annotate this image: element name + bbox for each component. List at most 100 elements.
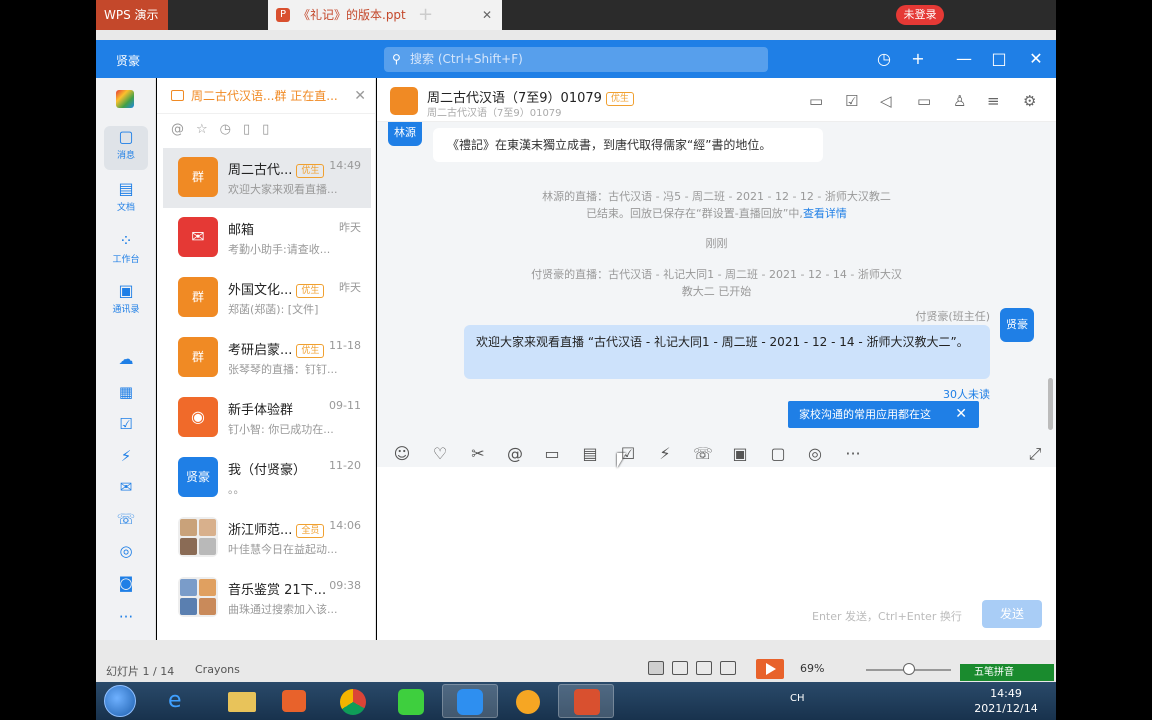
- mail-icon[interactable]: ✉: [96, 478, 156, 496]
- chrome-icon[interactable]: [326, 684, 382, 718]
- list-item[interactable]: ✉ 邮箱 昨天 考勤小助手:请查收...: [163, 208, 371, 268]
- conversation-name: 考研启蒙...: [228, 343, 293, 358]
- user-avatar[interactable]: [116, 90, 134, 108]
- timestamp: 刚刚: [705, 237, 728, 250]
- like-icon[interactable]: ♡: [429, 444, 451, 463]
- close-tab-icon[interactable]: ✕: [482, 0, 492, 30]
- rail-item-messages[interactable]: ▢ 消息: [104, 126, 148, 170]
- group-avatar: [178, 577, 218, 617]
- phone-icon[interactable]: ☏: [96, 510, 156, 528]
- wechat-icon[interactable]: [384, 684, 440, 718]
- conversation-time: 11-20: [329, 459, 361, 472]
- screenshot-icon[interactable]: ✂: [467, 444, 489, 463]
- minimize-icon[interactable]: —: [954, 49, 974, 68]
- rail-label: 文档: [116, 203, 135, 213]
- zoom-slider-knob[interactable]: [903, 663, 915, 675]
- checklist-icon[interactable]: ☑: [845, 92, 858, 110]
- list-item[interactable]: 贤豪 我（付贤豪） 11-20 。。: [163, 448, 371, 508]
- live-banner[interactable]: 周二古代汉语...群 正在直... ✕: [157, 78, 375, 114]
- clock[interactable]: 14:49 2021/12/14: [966, 686, 1046, 716]
- ding-icon[interactable]: ⚡: [654, 444, 676, 463]
- close-tooltip-icon[interactable]: ✕: [955, 401, 967, 428]
- play-slideshow-button[interactable]: [756, 659, 784, 679]
- clock-date: 2021/12/14: [974, 702, 1038, 715]
- wps-presentation-icon[interactable]: [558, 684, 614, 718]
- live-icon[interactable]: ▣: [729, 444, 751, 463]
- emoji-icon[interactable]: ☺: [391, 444, 413, 463]
- normal-view-icon[interactable]: [648, 661, 664, 675]
- expand-icon[interactable]: ⤢: [1024, 444, 1046, 464]
- search-input[interactable]: ⚲ 搜索 (Ctrl+Shift+F): [384, 47, 768, 72]
- media-icon[interactable]: [266, 684, 322, 718]
- schedule-icon[interactable]: ▤: [579, 444, 601, 463]
- language-indicator[interactable]: CH: [790, 693, 805, 704]
- call-icon[interactable]: ☏: [692, 444, 714, 463]
- add-member-icon[interactable]: ♙: [953, 92, 966, 110]
- zoom-level[interactable]: 69%: [800, 662, 824, 675]
- list-item[interactable]: 群 考研启蒙... 优生 11-18 张琴琴的直播：钉钉...: [163, 328, 371, 388]
- app-icon[interactable]: [500, 684, 556, 718]
- list-item[interactable]: ◉ 新手体验群 09-11 钉小智: 你已成功在...: [163, 388, 371, 448]
- group-avatar[interactable]: [390, 87, 418, 115]
- mention-icon[interactable]: @: [504, 444, 526, 463]
- list-item[interactable]: 浙江师范... 全员 14:06 叶佳慧今日在益起动...: [163, 508, 371, 568]
- shortcut-icon[interactable]: ◎: [96, 542, 156, 560]
- rail-item-contacts[interactable]: ▣ 通讯录: [104, 280, 148, 324]
- rail-item-docs[interactable]: ▤ 文档: [104, 178, 148, 222]
- wps-tab-bar: WPS 演示 P 《礼记》的版本.ppt ✕ + 未登录: [96, 0, 1056, 30]
- live-replay-icon[interactable]: ▭: [809, 92, 823, 110]
- send-button[interactable]: 发送: [982, 600, 1042, 628]
- scrollbar[interactable]: [1048, 378, 1053, 430]
- task-icon[interactable]: ☑: [617, 444, 639, 463]
- wps-document-tab[interactable]: P 《礼记》的版本.ppt ✕: [268, 0, 502, 30]
- sorter-view-icon[interactable]: [672, 661, 688, 675]
- conversation-name: 浙江师范...: [228, 523, 293, 538]
- ding-icon[interactable]: ⚡: [96, 447, 156, 465]
- conversation-preview: 。。: [228, 483, 245, 496]
- close-banner-icon[interactable]: ✕: [354, 78, 366, 114]
- maximize-icon[interactable]: □: [989, 49, 1009, 68]
- attach-folder-icon[interactable]: ▭: [541, 444, 563, 463]
- more-icon[interactable]: ···: [96, 608, 156, 626]
- more-icon[interactable]: ···: [842, 444, 864, 463]
- school-icon[interactable]: ◎: [804, 444, 826, 463]
- task-icon[interactable]: ☑: [96, 415, 156, 433]
- folder-icon[interactable]: ▭: [917, 92, 931, 110]
- ie-icon[interactable]: e: [152, 684, 208, 718]
- windows-taskbar: e CH 14:49 2021/12/14: [96, 682, 1056, 720]
- conversation-time: 09-11: [329, 399, 361, 412]
- filter-icons[interactable]: @☆◷▯▯: [171, 122, 281, 137]
- search-chat-icon[interactable]: ≡: [987, 92, 1000, 110]
- conversation-time: 11-18: [329, 339, 361, 352]
- list-item[interactable]: 群 外国文化... 优生 昨天 郑菡(郑菡): [文件]: [163, 268, 371, 328]
- ime-indicator[interactable]: 五笔拼音: [960, 664, 1054, 681]
- sender-avatar[interactable]: 林源: [388, 122, 422, 146]
- calendar-icon[interactable]: ▦: [96, 383, 156, 401]
- login-button[interactable]: 未登录: [896, 5, 944, 25]
- list-item[interactable]: 群 周二古代... 优生 14:49 欢迎大家来观看直播...: [163, 148, 371, 208]
- wps-app-tab[interactable]: WPS 演示: [96, 0, 168, 30]
- settings-icon[interactable]: ⚙: [1023, 92, 1036, 110]
- close-icon[interactable]: ✕: [1026, 49, 1046, 68]
- announcement-icon[interactable]: ◁: [880, 92, 892, 110]
- new-tab-icon[interactable]: +: [418, 4, 433, 25]
- explorer-icon[interactable]: [214, 684, 270, 718]
- unread-count[interactable]: 30人未读: [943, 386, 990, 402]
- add-icon[interactable]: +: [908, 49, 928, 68]
- box-icon[interactable]: ◙: [96, 574, 156, 592]
- rail-item-workbench[interactable]: ⁘ 工作台: [104, 230, 148, 274]
- conversation-preview: 曲珠通过搜索加入该...: [228, 603, 338, 616]
- start-button[interactable]: [104, 685, 136, 717]
- self-avatar[interactable]: 贤豪: [1000, 308, 1034, 342]
- search-placeholder: 搜索 (Ctrl+Shift+F): [410, 52, 523, 66]
- cloud-icon[interactable]: ☁: [96, 350, 156, 368]
- view-details-link[interactable]: 查看详情: [803, 207, 847, 220]
- video-icon[interactable]: ▢: [767, 444, 789, 463]
- outline-view-icon[interactable]: [720, 661, 736, 675]
- history-icon[interactable]: ◷: [874, 49, 894, 68]
- reading-view-icon[interactable]: [696, 661, 712, 675]
- conversation-name: 周二古代...: [228, 163, 293, 178]
- list-item[interactable]: 音乐鉴赏 21下... 09:38 曲珠通过搜索加入该...: [163, 568, 371, 628]
- dingtalk-icon[interactable]: [442, 684, 498, 718]
- incoming-message: 《禮記》在東漢末獨立成書，到唐代取得儒家“經”書的地位。: [433, 128, 823, 162]
